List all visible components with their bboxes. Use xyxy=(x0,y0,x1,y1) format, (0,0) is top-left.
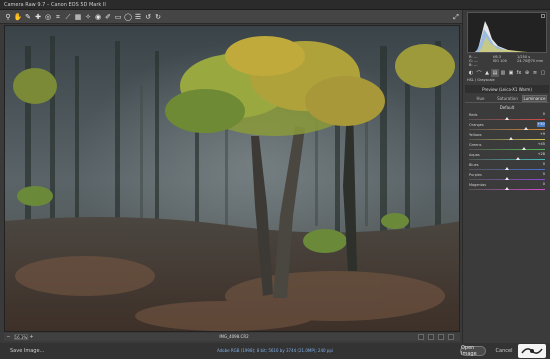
slider-label: Oranges xyxy=(469,123,484,127)
radial-filter-icon[interactable]: ◯ xyxy=(124,13,132,21)
slider-blues[interactable]: Blues 0 xyxy=(469,162,545,172)
preferences-icon[interactable]: ☰ xyxy=(134,13,142,21)
slider-value[interactable]: 0 xyxy=(537,112,545,117)
subtab-hue[interactable]: Hue xyxy=(468,95,493,102)
detail-icon[interactable]: ▲ xyxy=(483,69,491,77)
slider-value[interactable]: +45 xyxy=(537,142,545,147)
before-after-icon[interactable] xyxy=(428,334,434,340)
slider-label: Aquas xyxy=(469,153,480,157)
readout-iso: ISO 100 xyxy=(493,59,507,63)
slider-label: Yellows xyxy=(469,133,482,137)
hsl-icon[interactable]: ▤ xyxy=(491,69,499,77)
title-bar: Camera Raw 9.7 – Canon EOS 5D Mark II xyxy=(0,0,550,10)
slider-label: Purples xyxy=(469,173,482,177)
slider-label: Reds xyxy=(469,113,478,117)
slider-reds[interactable]: Reds 0 xyxy=(469,112,545,122)
zoom-out-icon[interactable]: − xyxy=(6,334,11,340)
target-adjust-icon[interactable]: ◎ xyxy=(44,13,52,21)
slider-value[interactable]: 0 xyxy=(537,162,545,167)
lens-corrections-icon[interactable]: ▣ xyxy=(507,69,515,77)
slider-thumb[interactable] xyxy=(505,167,509,170)
fullscreen-icon[interactable]: ⤢ xyxy=(452,13,460,21)
graduated-filter-icon[interactable]: ▭ xyxy=(114,13,122,21)
hand-icon[interactable]: ✋ xyxy=(14,13,23,21)
slider-thumb[interactable] xyxy=(505,177,509,180)
workflow-options-link[interactable]: Adobe RGB (1998); 8 bit; 5616 by 3744 (2… xyxy=(200,348,350,353)
slider-track[interactable] xyxy=(469,139,545,140)
presets-icon[interactable]: ≡ xyxy=(531,69,539,77)
window-title: Camera Raw 9.7 – Canon EOS 5D Mark II xyxy=(4,2,106,8)
status-bar: − 16.3% + IMG_4098.CR2 xyxy=(4,333,460,341)
slider-purples[interactable]: Purples 0 xyxy=(469,172,545,182)
open-image-button[interactable]: Open Image xyxy=(460,345,486,357)
image-canvas[interactable] xyxy=(4,25,460,332)
view-toggle-icon[interactable] xyxy=(418,334,424,340)
crop-icon[interactable]: ⌗ xyxy=(54,13,62,21)
white-balance-icon[interactable]: ✎ xyxy=(24,13,32,21)
slider-thumb[interactable] xyxy=(505,187,509,190)
slider-track[interactable] xyxy=(469,149,545,150)
slider-aquas[interactable]: Aquas +28 xyxy=(469,152,545,162)
histogram-graph xyxy=(475,21,528,52)
hsl-subtabs: Hue Saturation Luminance xyxy=(465,94,549,103)
spot-removal-icon[interactable]: ✧ xyxy=(84,13,92,21)
slider-thumb[interactable] xyxy=(505,117,509,120)
slider-label: Greens xyxy=(469,143,482,147)
rotate-right-icon[interactable]: ↻ xyxy=(154,13,162,21)
histogram xyxy=(467,12,547,53)
effects-icon[interactable]: fx xyxy=(515,69,523,77)
split-toning-icon[interactable]: ▥ xyxy=(499,69,507,77)
subpanel-title[interactable]: Default xyxy=(465,105,549,110)
right-panel: R: --- G: --- B: --- f/6.3 1/250 s ISO 1… xyxy=(462,10,550,343)
basic-panel-icon[interactable]: ◐ xyxy=(467,69,475,77)
rotate-left-icon[interactable]: ↺ xyxy=(144,13,152,21)
settings-toggle-icon[interactable] xyxy=(448,334,454,340)
red-eye-icon[interactable]: ◉ xyxy=(94,13,102,21)
subtab-luminance[interactable]: Luminance xyxy=(522,95,547,102)
snapshots-icon[interactable]: ▢ xyxy=(539,69,547,77)
zoom-in-icon[interactable]: + xyxy=(29,334,34,340)
color-sampler-icon[interactable]: ✚ xyxy=(34,13,42,21)
panel-name: HSL / Grayscale xyxy=(467,78,495,82)
subtab-saturation[interactable]: Saturation xyxy=(495,95,520,102)
slider-thumb[interactable] xyxy=(524,127,528,130)
camera-readout: R: --- G: --- B: --- f/6.3 1/250 s ISO 1… xyxy=(467,55,547,67)
slider-magentas[interactable]: Magentas 0 xyxy=(469,182,545,192)
bottom-bar: Save Image... Adobe RGB (1998); 8 bit; 5… xyxy=(0,343,550,359)
slider-value[interactable]: +9 xyxy=(537,132,545,137)
slider-value[interactable]: +28 xyxy=(537,152,545,157)
slider-thumb[interactable] xyxy=(515,157,520,160)
panel-tabs: ◐ ⌒ ▲ ▤ ▥ ▣ fx ⊕ ≡ ▢ xyxy=(465,68,549,78)
file-name: IMG_4098.CR2 xyxy=(219,334,249,339)
slider-value[interactable]: 0 xyxy=(537,172,545,177)
slider-value[interactable]: +50 xyxy=(537,122,545,127)
clipping-warning-icon[interactable] xyxy=(541,14,545,18)
zoom-icon[interactable]: ⚲ xyxy=(4,13,12,21)
forest-photo xyxy=(5,26,459,331)
slider-oranges[interactable]: Oranges +50 xyxy=(469,122,545,132)
slider-label: Blues xyxy=(469,163,479,167)
slider-greens[interactable]: Greens +45 xyxy=(469,142,545,152)
straighten-icon[interactable]: ⟋ xyxy=(64,13,72,21)
slider-thumb[interactable] xyxy=(522,147,527,150)
readout-b: B: --- xyxy=(469,63,478,67)
cancel-button[interactable]: Cancel xyxy=(493,346,515,356)
slider-yellows[interactable]: Yellows +9 xyxy=(469,132,545,142)
adjustment-brush-icon[interactable]: ✐ xyxy=(104,13,112,21)
readout-lens: 24-70@70 mm xyxy=(517,59,544,63)
save-image-button[interactable]: Save Image... xyxy=(10,348,44,354)
logo xyxy=(518,344,546,358)
zoom-level[interactable]: 16.3% xyxy=(14,334,28,340)
tone-curve-icon[interactable]: ⌒ xyxy=(475,69,483,77)
slider-track[interactable] xyxy=(469,159,545,160)
slider-track[interactable] xyxy=(469,129,545,130)
slider-label: Magentas xyxy=(469,183,487,187)
slider-value[interactable]: 0 xyxy=(537,182,545,187)
section-header[interactable]: Preview (Leica-X1 Warm) xyxy=(465,85,549,93)
camera-calibration-icon[interactable]: ⊕ xyxy=(523,69,531,77)
swap-settings-icon[interactable] xyxy=(438,334,444,340)
slider-thumb[interactable] xyxy=(508,137,513,140)
transform-icon[interactable]: ▦ xyxy=(74,13,82,21)
